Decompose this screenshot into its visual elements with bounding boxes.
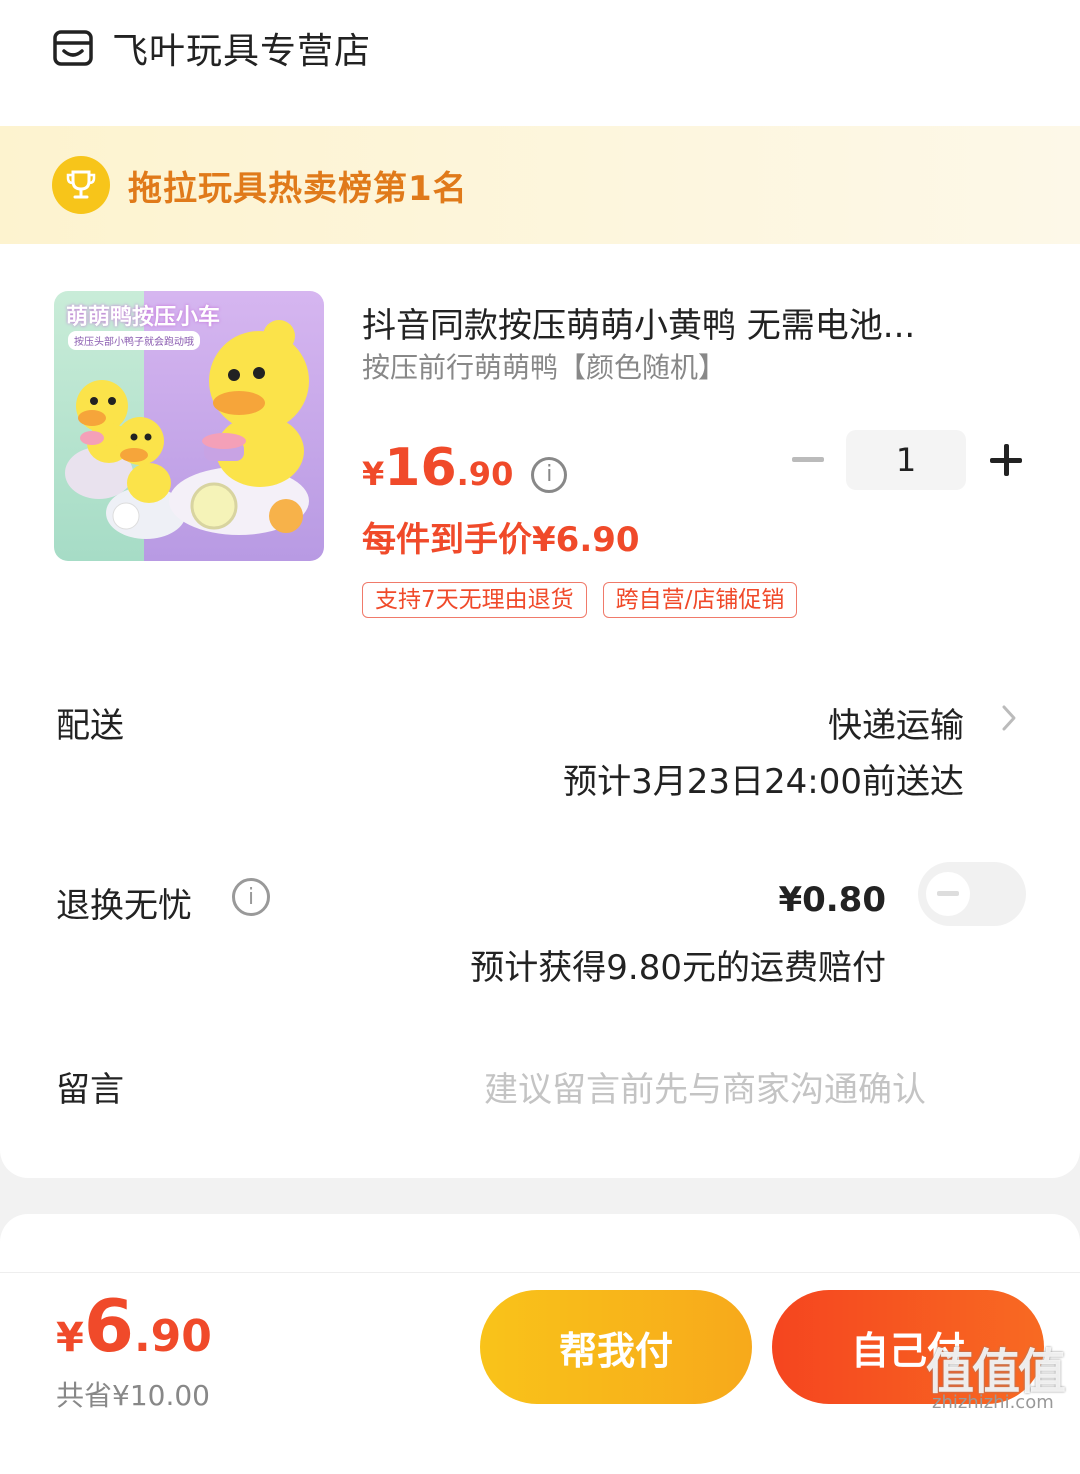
insurance-price: ¥0.80 [778,880,886,920]
price-integer: 16 [384,438,457,498]
help-me-pay-button[interactable]: 帮我付 [480,1290,752,1404]
minus-icon [937,891,959,896]
insurance-toggle[interactable] [918,862,1026,926]
service-tags: 支持7天无理由退货 跨自营/店铺促销 [362,582,798,618]
product-variant[interactable]: 按压前行萌萌鸭【颜色随机】 [362,346,726,386]
product-image[interactable]: 萌萌鸭按压小车 按压头部小鸭子就会跑动哦 [54,291,324,561]
store-icon [53,30,93,66]
delivery-eta: 预计3月23日24:00前送达 [563,762,964,802]
image-subcaption: 按压头部小鸭子就会跑动哦 [68,331,200,350]
price-symbol: ¥ [362,455,385,493]
quantity-increase-button[interactable] [986,440,1026,480]
unit-price: ¥ 16 .90 i [362,438,568,498]
saved-amount: 共省¥10.00 [56,1379,210,1412]
message-input[interactable]: 建议留言前先与商家沟通确认 [484,1062,926,1111]
plus-icon [990,444,1022,476]
store-row[interactable]: 飞叶玩具专营店 [52,18,371,78]
return-insurance-label: 退换无忧 [56,886,192,926]
rank-banner[interactable]: 拖拉玩具热卖榜第1名 [0,126,1080,244]
delivery-method[interactable]: 快递运输 [828,698,964,747]
price-decimal: .90 [456,455,514,493]
insurance-note: 预计获得9.80元的运费赔付 [470,948,886,988]
tag-promotion: 跨自营/店铺促销 [602,582,798,618]
trophy-icon [52,156,110,214]
final-price: 每件到手价¥6.90 [362,520,640,560]
rank-text: 拖拉玩具热卖榜第1名 [128,168,468,209]
total-integer: 6 [83,1284,134,1368]
chevron-right-icon[interactable] [998,703,1020,733]
total-decimal: .90 [133,1311,212,1362]
delivery-label: 配送 [56,706,124,746]
quantity-decrease-button[interactable] [790,440,826,480]
order-card: 飞叶玩具专营店 拖拉玩具热卖榜第1名 萌萌鸭按压小车 按压头部小鸭子就会跑动哦 … [0,0,1080,1178]
total-symbol: ¥ [56,1315,84,1361]
minus-icon [792,457,824,462]
store-name: 飞叶玩具专营店 [112,31,372,72]
price-info-icon[interactable]: i [531,456,568,493]
watermark-url: zhizhizhi.com [932,1392,1054,1413]
message-label: 留言 [56,1070,124,1110]
quantity-input[interactable]: 1 [846,430,966,490]
toggle-knob [926,872,970,916]
product-title[interactable]: 抖音同款按压萌萌小黄鸭 无需电池... [362,298,1002,347]
tag-return-policy: 支持7天无理由退货 [362,582,587,618]
image-caption: 萌萌鸭按压小车 [66,305,221,330]
total-price: ¥ 6 .90 [56,1284,212,1368]
insurance-info-icon[interactable]: i [232,878,270,916]
